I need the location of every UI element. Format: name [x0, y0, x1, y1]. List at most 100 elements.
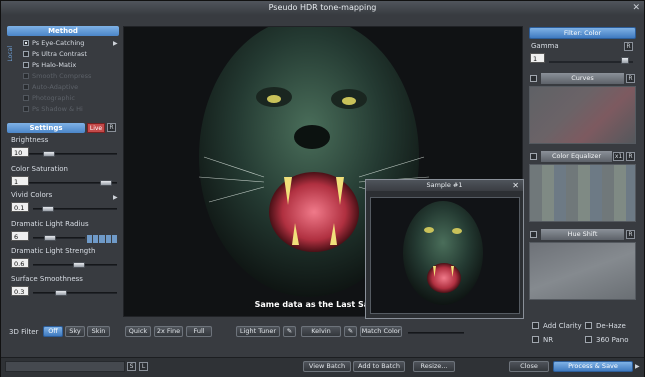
method-label: Photographic — [32, 94, 75, 102]
filter3d-skin-button[interactable]: Skin — [87, 326, 110, 337]
gamma-label: Gamma — [531, 42, 559, 50]
s-button[interactable]: S — [127, 362, 136, 371]
filter3d-off-button[interactable]: Off — [43, 326, 63, 337]
curves-reset-button[interactable]: R — [626, 74, 635, 83]
radius-indicator — [87, 235, 118, 243]
curves-checkbox[interactable] — [530, 75, 537, 82]
equalizer-checkbox[interactable] — [530, 153, 537, 160]
sample-title: Sample #1 — [426, 181, 463, 189]
slider-value[interactable]: 1 — [11, 176, 29, 186]
quick-button[interactable]: Quick — [125, 326, 151, 337]
slider-thumb[interactable] — [99, 180, 112, 186]
hue-shift-panel[interactable] — [529, 242, 636, 300]
add-clarity-option[interactable]: Add Clarity — [532, 322, 582, 330]
hue-shift-reset-button[interactable]: R — [626, 230, 635, 239]
method-radio — [23, 106, 29, 112]
title-bar: Pseudo HDR tone-mapping ✕ — [1, 1, 644, 15]
hue-shift-section: Hue Shift R — [529, 229, 636, 300]
nr-label: NR — [543, 336, 554, 344]
nr-checkbox[interactable] — [532, 336, 539, 343]
filter-color-button[interactable]: Filter: Color — [529, 27, 636, 39]
curves-panel[interactable] — [529, 86, 636, 144]
method-radio — [23, 95, 29, 101]
curves-section: Curves R — [529, 73, 636, 144]
sample-window[interactable]: Sample #1 ✕ — [365, 179, 524, 319]
vivid-arrow-icon[interactable]: ▶ — [113, 194, 118, 201]
method-radio[interactable] — [23, 40, 29, 46]
kelvin-button[interactable]: Kelvin — [301, 326, 341, 337]
settings-header: Settings — [7, 123, 85, 133]
fine-button[interactable]: 2x Fine — [154, 326, 183, 337]
close-button[interactable]: Close — [509, 361, 549, 372]
nr-option[interactable]: NR — [532, 336, 553, 344]
method-radio[interactable] — [23, 51, 29, 57]
equalizer-panel[interactable] — [529, 164, 636, 222]
pano-checkbox[interactable] — [585, 336, 592, 343]
equalizer-x1-button[interactable]: x1 — [613, 152, 624, 161]
method-label: Ps Halo-Matix — [32, 61, 77, 69]
sample-image — [370, 197, 520, 314]
process-menu-arrow-icon[interactable]: ▶ — [635, 363, 640, 370]
curves-label[interactable]: Curves — [541, 73, 624, 84]
slider-value[interactable]: 0.3 — [11, 286, 29, 296]
slider-value[interactable]: 0.6 — [11, 258, 29, 268]
filter3d-label: 3D Filter — [9, 328, 39, 336]
method-item: Smooth Compress — [23, 72, 91, 81]
de-haze-checkbox[interactable] — [585, 322, 592, 329]
resize-button[interactable]: Resize... — [413, 361, 455, 372]
de-haze-label: De-Haze — [596, 322, 626, 330]
slider-label: Vivid Colors — [11, 191, 53, 199]
method-label: Ps Ultra Contrast — [32, 50, 87, 58]
method-label: Smooth Compress — [32, 72, 92, 80]
light-tuner-button[interactable]: Light Tuner — [236, 326, 280, 337]
status-field[interactable] — [5, 361, 125, 372]
method-label: Ps Eye-Catching — [32, 39, 85, 47]
de-haze-option[interactable]: De-Haze — [585, 322, 626, 330]
toolbar-slider-track[interactable] — [408, 332, 464, 334]
hue-shift-checkbox[interactable] — [530, 231, 537, 238]
slider-thumb[interactable] — [54, 290, 67, 296]
slider-value[interactable]: 6 — [11, 231, 29, 241]
slider-label: Surface Smoothness — [11, 275, 83, 283]
sample-close-icon[interactable]: ✕ — [512, 180, 519, 191]
full-button[interactable]: Full — [186, 326, 212, 337]
filter3d-sky-button[interactable]: Sky — [65, 326, 85, 337]
equalizer-label[interactable]: Color Equalizer — [541, 151, 612, 162]
slider-value[interactable]: 0.1 — [11, 202, 29, 212]
equalizer-reset-button[interactable]: R — [626, 152, 635, 161]
slider-thumb[interactable] — [41, 206, 54, 212]
slider-label: Color Saturation — [11, 165, 68, 173]
pano-option[interactable]: 360 Pano — [585, 336, 629, 344]
sample-title-bar[interactable]: Sample #1 ✕ — [366, 180, 523, 191]
slider-thumb[interactable] — [72, 262, 85, 268]
method-item[interactable]: Ps Ultra Contrast — [23, 50, 87, 59]
close-icon[interactable]: ✕ — [632, 1, 640, 15]
gamma-value[interactable]: 1 — [530, 53, 545, 63]
add-to-batch-button[interactable]: Add to Batch — [353, 361, 405, 372]
slider-value[interactable]: 10 — [11, 147, 29, 157]
gamma-reset-button[interactable]: R — [624, 42, 633, 51]
slider-label: Dramatic Light Strength — [11, 247, 96, 255]
view-batch-button[interactable]: View Batch — [303, 361, 351, 372]
method-item[interactable]: Ps Halo-Matix — [23, 61, 76, 70]
l-button[interactable]: L — [139, 362, 148, 371]
live-button[interactable]: Live — [87, 123, 105, 133]
slider-thumb[interactable] — [42, 151, 55, 157]
light-tuner-picker-icon[interactable]: ✎ — [283, 326, 296, 337]
kelvin-picker-icon[interactable]: ✎ — [344, 326, 357, 337]
gamma-slider-thumb[interactable] — [621, 57, 629, 64]
slider-label: Dramatic Light Radius — [11, 220, 89, 228]
method-radio[interactable] — [23, 62, 29, 68]
tone-mapping-window: Pseudo HDR tone-mapping ✕ Method Local P… — [0, 0, 645, 377]
slider-thumb[interactable] — [44, 235, 57, 241]
hue-shift-label[interactable]: Hue Shift — [541, 229, 624, 240]
slider-track[interactable] — [33, 237, 85, 239]
slider-track[interactable] — [33, 292, 117, 294]
process-save-button[interactable]: Process & Save — [553, 361, 633, 372]
add-clarity-checkbox[interactable] — [532, 322, 539, 329]
method-arrow-icon[interactable]: ▶ — [113, 40, 118, 47]
method-item[interactable]: Ps Eye-Catching — [23, 39, 84, 48]
settings-reset-button[interactable]: R — [107, 123, 116, 132]
match-color-button[interactable]: Match Color — [360, 326, 402, 337]
pano-label: 360 Pano — [596, 336, 629, 344]
